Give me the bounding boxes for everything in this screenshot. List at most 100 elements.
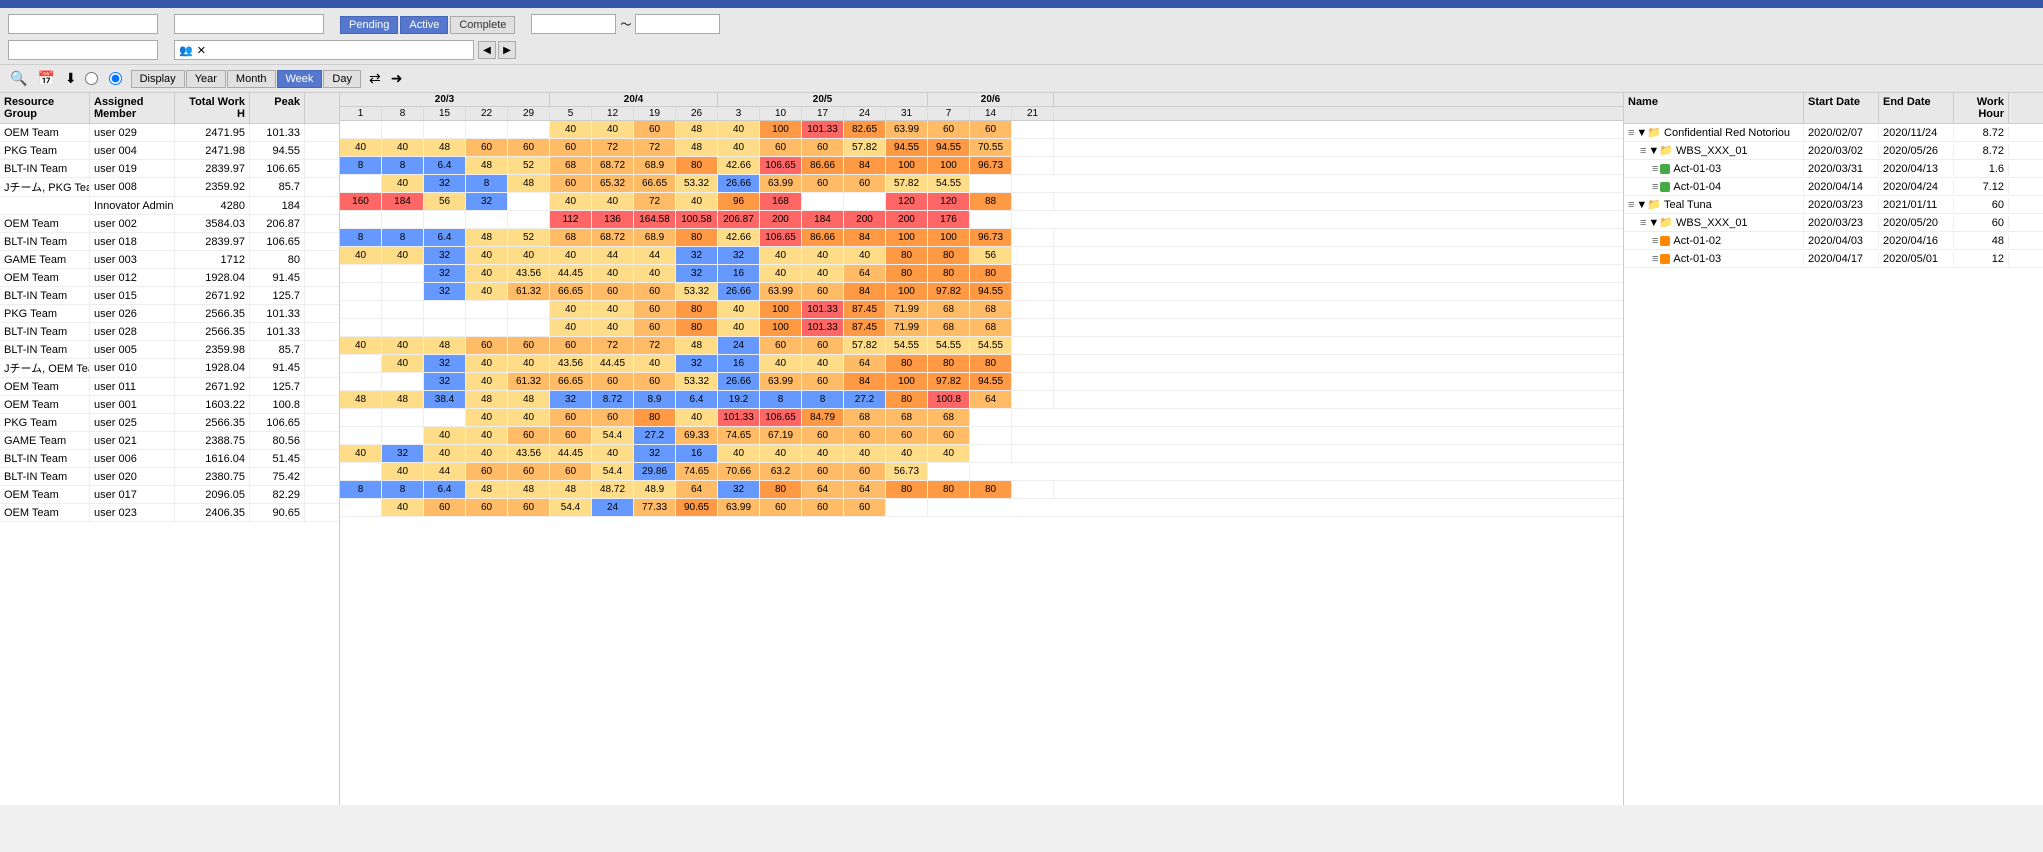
table-row[interactable]: BLT-IN Team user 006 1616.04 51.45 <box>0 450 339 468</box>
complete-button[interactable]: Complete <box>450 16 515 34</box>
expand-icon[interactable]: ▼ <box>1648 217 1659 229</box>
gantt-cell: 80 <box>886 355 928 372</box>
project-name-input[interactable] <box>8 14 158 34</box>
gantt-cell <box>424 211 466 228</box>
table-row[interactable]: OEM Team user 012 1928.04 91.45 <box>0 269 339 287</box>
gantt-cell: 68 <box>844 409 886 426</box>
item-name: Act-01-02 <box>1673 235 1721 247</box>
resource-group-cell: GAME Team <box>0 432 90 449</box>
table-row[interactable]: Innovator Admin 4280 184 <box>0 197 339 215</box>
gantt-week-cell: 14 <box>970 107 1012 120</box>
pending-button[interactable]: Pending <box>340 16 398 34</box>
assign-member-radio[interactable] <box>109 72 122 85</box>
table-row[interactable]: BLT-IN Team user 015 2671.92 125.7 <box>0 287 339 305</box>
menu-icon[interactable]: ≡ <box>1640 217 1646 229</box>
peak-cell: 100.8 <box>250 396 305 413</box>
assigned-member-field[interactable]: 👥 ✕ <box>174 40 474 60</box>
gantt-cell: 100.8 <box>928 391 970 408</box>
folder-icon: 📁 <box>1659 144 1673 157</box>
swap-horizontal-icon-button[interactable]: ⇄ <box>367 68 383 89</box>
year-button[interactable]: Year <box>186 70 226 88</box>
menu-icon[interactable]: ≡ <box>1628 127 1634 139</box>
menu-icon[interactable]: ≡ <box>1652 235 1658 247</box>
table-row[interactable]: BLT-IN Team user 018 2839.97 106.65 <box>0 233 339 251</box>
list-item[interactable]: ≡Act-01-03 2020/04/17 2020/05/01 12 <box>1624 250 2043 268</box>
gantt-cell: 60 <box>634 283 676 300</box>
menu-icon[interactable]: ≡ <box>1652 181 1658 193</box>
list-item[interactable]: ≡Act-01-04 2020/04/14 2020/04/24 7.12 <box>1624 178 2043 196</box>
menu-icon[interactable]: ≡ <box>1640 145 1646 157</box>
gantt-cell: 68.9 <box>634 157 676 174</box>
gantt-cell: 64 <box>676 481 718 498</box>
download-icon-button[interactable]: ⬇ <box>63 68 79 89</box>
clear-icon[interactable]: ✕ <box>197 44 206 57</box>
list-item[interactable]: ≡▼ 📁Teal Tuna 2020/03/23 2021/01/11 60 <box>1624 196 2043 214</box>
wbs-name-input[interactable] <box>174 14 324 34</box>
table-row[interactable]: Jチーム, PKG Team user 008 2359.92 85.7 <box>0 178 339 197</box>
menu-icon[interactable]: ≡ <box>1652 253 1658 265</box>
table-row[interactable]: GAME Team user 021 2388.75 80.56 <box>0 432 339 450</box>
period-to-input[interactable] <box>635 14 720 34</box>
week-button[interactable]: Week <box>277 70 323 88</box>
prev-arrow-button[interactable]: ◀ <box>478 41 496 59</box>
gantt-cell: 60 <box>508 139 550 156</box>
assign-member-radio-label[interactable] <box>109 72 125 85</box>
resource-group-input[interactable] <box>8 40 158 60</box>
gantt-cell: 8 <box>340 157 382 174</box>
table-row[interactable]: PKG Team user 026 2566.35 101.33 <box>0 305 339 323</box>
table-row[interactable]: OEM Team user 002 3584.03 206.87 <box>0 215 339 233</box>
period-from-input[interactable] <box>531 14 616 34</box>
gantt-cell: 60 <box>466 139 508 156</box>
gantt-cell: 40 <box>550 247 592 264</box>
table-row[interactable]: OEM Team user 017 2096.05 82.29 <box>0 486 339 504</box>
next-arrow-button[interactable]: ▶ <box>498 41 516 59</box>
resource-group-radio-label[interactable] <box>85 72 101 85</box>
table-row[interactable]: BLT-IN Team user 028 2566.35 101.33 <box>0 323 339 341</box>
expand-icon[interactable]: ▼ <box>1648 145 1659 157</box>
table-row[interactable]: GAME Team user 003 1712 80 <box>0 251 339 269</box>
assigned-member-cell: user 019 <box>90 160 175 177</box>
list-item[interactable]: ≡▼ 📁WBS_XXX_01 2020/03/02 2020/05/26 8.7… <box>1624 142 2043 160</box>
calendar-icon-button[interactable]: 📅 <box>35 68 56 89</box>
list-item[interactable]: ≡▼ 📁Confidential Red Notoriou 2020/02/07… <box>1624 124 2043 142</box>
right-table-body: ≡▼ 📁Confidential Red Notoriou 2020/02/07… <box>1624 124 2043 268</box>
table-row[interactable]: OEM Team user 029 2471.95 101.33 <box>0 124 339 142</box>
gantt-cell: 80 <box>928 481 970 498</box>
gantt-area[interactable]: 20/320/420/520/6 18152229512192631017243… <box>340 93 1623 805</box>
expand-icon[interactable]: ▼ <box>1636 127 1647 139</box>
table-row[interactable]: OEM Team user 011 2671.92 125.7 <box>0 378 339 396</box>
table-row[interactable]: Jチーム, OEM Team user 010 1928.04 91.45 <box>0 359 339 378</box>
gantt-cell: 66.65 <box>550 283 592 300</box>
month-button[interactable]: Month <box>227 70 276 88</box>
active-button[interactable]: Active <box>400 16 448 34</box>
table-row[interactable]: BLT-IN Team user 020 2380.75 75.42 <box>0 468 339 486</box>
gantt-row: 324061.3266.65606053.3226.6663.996084100… <box>340 283 1623 301</box>
gantt-cell: 40 <box>466 265 508 282</box>
day-button[interactable]: Day <box>323 70 361 88</box>
table-row[interactable]: OEM Team user 023 2406.35 90.65 <box>0 504 339 522</box>
gantt-cell: 48 <box>340 391 382 408</box>
list-item[interactable]: ≡▼ 📁WBS_XXX_01 2020/03/23 2020/05/20 60 <box>1624 214 2043 232</box>
menu-icon[interactable]: ≡ <box>1652 163 1658 175</box>
menu-icon[interactable]: ≡ <box>1628 199 1634 211</box>
gantt-cell: 60 <box>802 427 844 444</box>
table-row[interactable]: PKG Team user 025 2566.35 106.65 <box>0 414 339 432</box>
arrow-right-icon-button[interactable]: ➜ <box>389 68 405 89</box>
gantt-cell: 60 <box>508 499 550 516</box>
gantt-cell: 106.65 <box>760 157 802 174</box>
table-row[interactable]: OEM Team user 001 1603.22 100.8 <box>0 396 339 414</box>
gantt-cell: 40 <box>592 301 634 318</box>
search-icon-button[interactable]: 🔍 <box>8 68 29 89</box>
resource-group-radio[interactable] <box>85 72 98 85</box>
list-item[interactable]: ≡Act-01-03 2020/03/31 2020/04/13 1.6 <box>1624 160 2043 178</box>
display-button[interactable]: Display <box>131 70 185 88</box>
expand-icon[interactable]: ▼ <box>1636 199 1647 211</box>
gantt-cell <box>1012 301 1054 318</box>
peak-cell: 106.65 <box>250 233 305 250</box>
peak-cell: 51.45 <box>250 450 305 467</box>
list-item[interactable]: ≡Act-01-02 2020/04/03 2020/04/16 48 <box>1624 232 2043 250</box>
table-row[interactable]: PKG Team user 004 2471.98 94.55 <box>0 142 339 160</box>
table-row[interactable]: BLT-IN Team user 005 2359.98 85.7 <box>0 341 339 359</box>
gantt-cell: 40 <box>382 175 424 192</box>
table-row[interactable]: BLT-IN Team user 019 2839.97 106.65 <box>0 160 339 178</box>
